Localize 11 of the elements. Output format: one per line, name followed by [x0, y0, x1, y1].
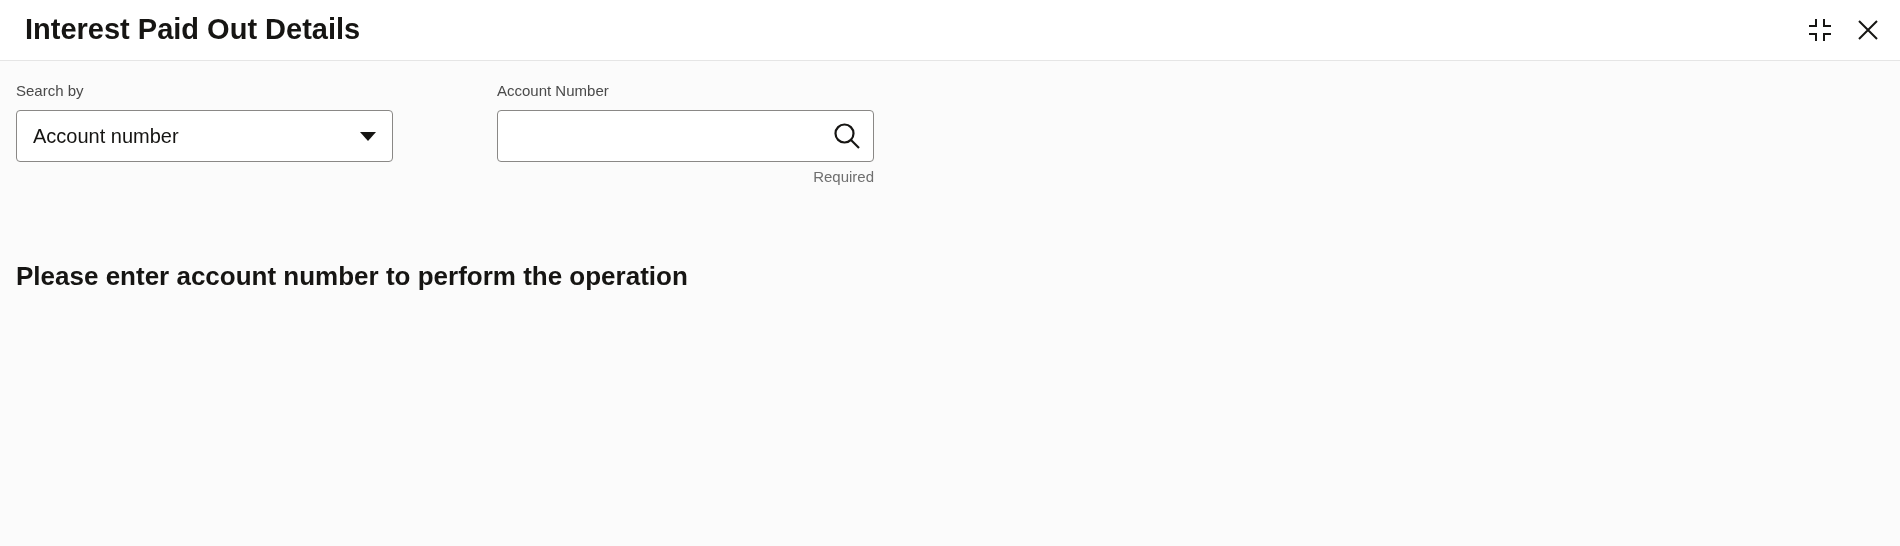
field-label: Search by — [16, 81, 85, 101]
window-title: Interest Paid Out Details — [25, 12, 361, 48]
close-icon[interactable] — [1856, 18, 1880, 42]
caret-icon — [360, 131, 376, 141]
search-by-dropdown[interactable]: Account number — [16, 110, 393, 162]
field-label: Account Number — [497, 81, 610, 101]
search-icon[interactable] — [833, 122, 861, 150]
required-hint: Required — [813, 167, 874, 187]
minimize-icon[interactable] — [1806, 16, 1834, 44]
info-message: Please enter account number to perform the operation — [15, 259, 689, 293]
account-number-field[interactable] — [497, 110, 874, 162]
